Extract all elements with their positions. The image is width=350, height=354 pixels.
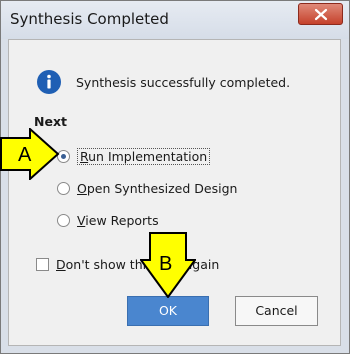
close-button[interactable]: [298, 3, 343, 25]
radio-label: View Reports: [77, 212, 159, 228]
radio-open-synthesized-design[interactable]: Open Synthesized Design: [57, 179, 237, 197]
radio-label: Open Synthesized Design: [77, 180, 238, 196]
callout-b-label: B: [159, 253, 172, 275]
radio-label: Run Implementation: [77, 147, 211, 165]
title-bar: Synthesis Completed: [1, 1, 349, 39]
radio-button[interactable]: [57, 181, 70, 195]
ok-button[interactable]: OK: [127, 296, 209, 326]
callout-arrow-a: A: [0, 128, 60, 180]
close-icon: [314, 8, 328, 21]
callout-arrow-b: B: [140, 232, 196, 298]
callout-a-label: A: [18, 144, 32, 166]
radio-view-reports[interactable]: View Reports: [57, 211, 159, 229]
radio-button[interactable]: [57, 213, 70, 227]
info-icon: [37, 70, 61, 94]
dont-show-again-checkbox[interactable]: [36, 257, 49, 271]
dialog-body: Synthesis successfully completed. Next R…: [8, 39, 341, 346]
message-text: Synthesis successfully completed.: [76, 75, 291, 90]
radio-run-implementation[interactable]: Run Implementation: [57, 147, 211, 165]
cancel-button[interactable]: Cancel: [235, 296, 318, 326]
dialog-title: Synthesis Completed: [10, 10, 169, 28]
next-section-label: Next: [34, 114, 67, 129]
